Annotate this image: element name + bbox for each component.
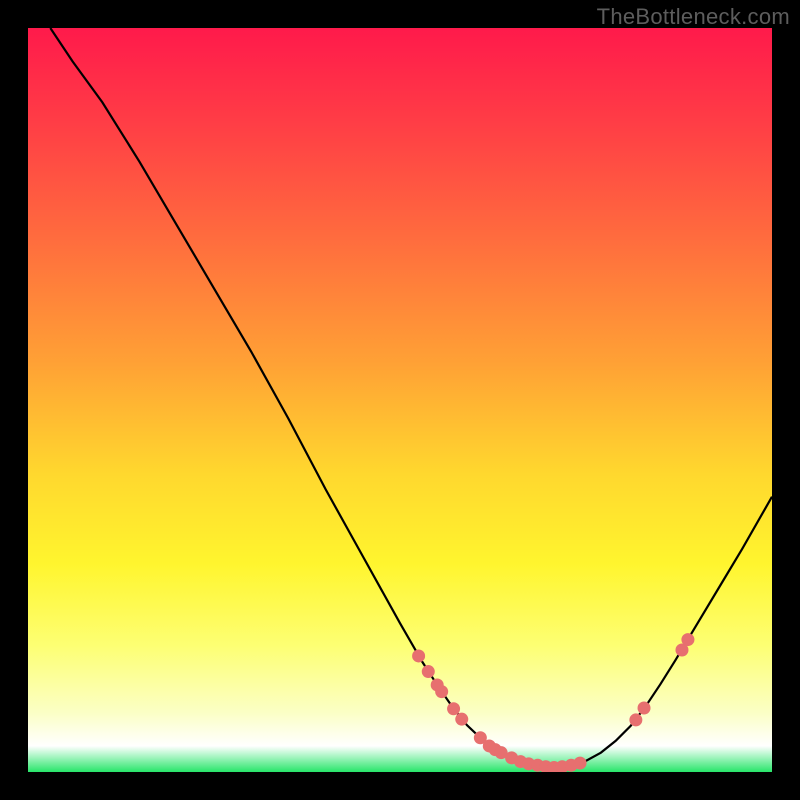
bottleneck-chart (28, 28, 772, 772)
data-marker (629, 713, 642, 726)
gradient-bg (28, 28, 772, 772)
data-marker (638, 702, 651, 715)
chart-frame (28, 28, 772, 772)
data-marker (681, 633, 694, 646)
data-marker (422, 665, 435, 678)
data-marker (447, 702, 460, 715)
watermark-text: TheBottleneck.com (597, 4, 790, 30)
data-marker (435, 685, 448, 698)
data-marker (412, 649, 425, 662)
data-marker (455, 713, 468, 726)
data-marker (574, 757, 587, 770)
